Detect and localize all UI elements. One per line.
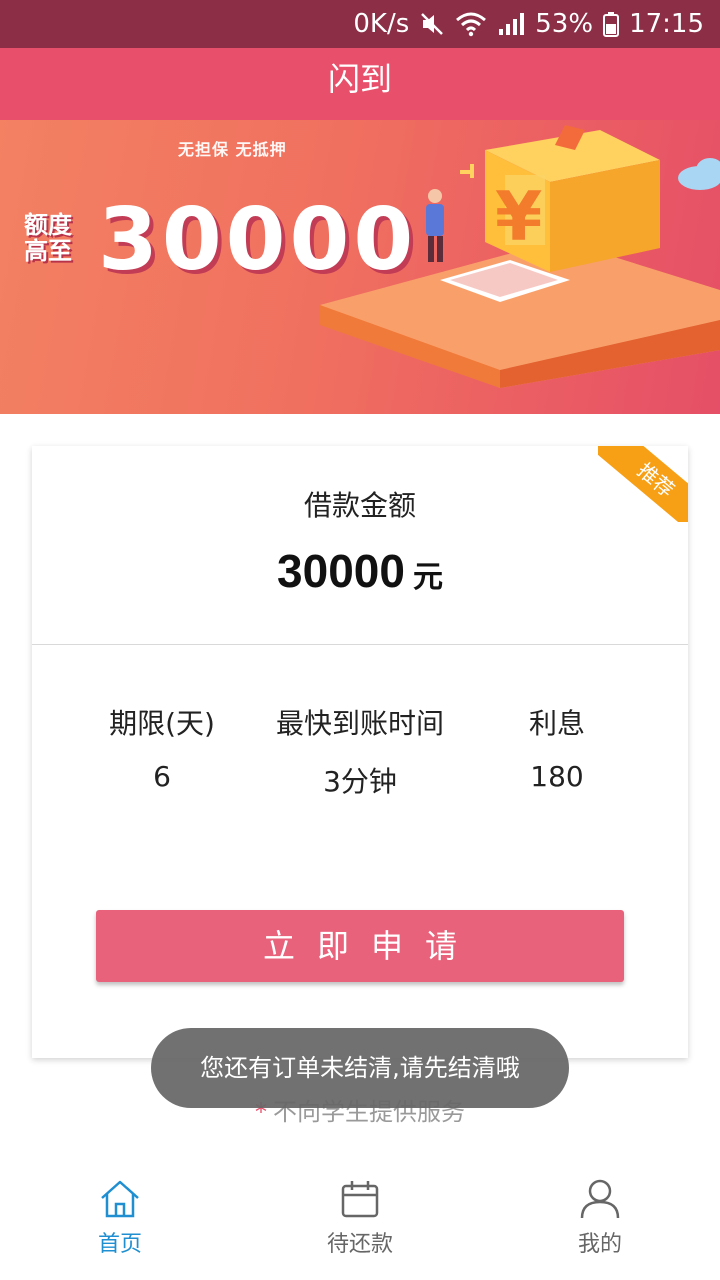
promo-banner[interactable]: 无担保 无抵押 额度 高至 30000 ¥: [0, 120, 720, 414]
loan-amount-unit: 元: [412, 560, 443, 595]
toast-message: 您还有订单未结清,请先结清哦: [151, 1028, 569, 1108]
arrival-time-stat: 最快到账时间 3分钟: [250, 702, 470, 800]
battery-level: 53%: [535, 9, 594, 39]
mute-icon: [419, 11, 445, 37]
interest-stat: 利息 180: [502, 702, 612, 793]
nav-item-home[interactable]: 首页: [60, 1178, 180, 1258]
home-icon: [101, 1180, 139, 1218]
term-stat: 期限(天) 6: [92, 702, 232, 793]
page-title: 闪到: [327, 60, 392, 98]
loan-amount-value: 30000: [277, 545, 405, 597]
arrival-time-value: 3分钟: [323, 765, 397, 798]
app-header: 闪到: [0, 48, 720, 120]
wifi-icon: [455, 11, 487, 37]
nav-label-mine: 我的: [577, 1232, 622, 1257]
calendar-icon: [341, 1181, 379, 1218]
nav-item-repayment[interactable]: 待还款: [300, 1178, 420, 1258]
loan-amount: 30000 元: [32, 544, 688, 598]
arrival-time-label: 最快到账时间: [275, 707, 444, 740]
bottom-nav: 首页 待还款 我的: [0, 1170, 720, 1280]
user-icon: [580, 1179, 620, 1219]
status-bar: 0K/s 53% 17:15: [0, 0, 720, 48]
battery-icon: [603, 11, 620, 37]
interest-label: 利息: [528, 707, 585, 740]
term-label: 期限(天): [109, 707, 215, 740]
network-speed: 0K/s: [353, 9, 410, 39]
banner-subtitle: 无担保 无抵押: [178, 140, 287, 159]
svg-text:¥: ¥: [495, 178, 542, 257]
gift-box-illustration: ¥: [320, 125, 720, 388]
loan-amount-label: 借款金额: [303, 489, 416, 522]
nav-label-home: 首页: [97, 1232, 142, 1257]
clock: 17:15: [629, 9, 704, 39]
nav-item-mine[interactable]: 我的: [540, 1178, 660, 1258]
nav-label-repayment: 待还款: [326, 1232, 393, 1257]
loan-card: 推荐 借款金额 30000 元 期限(天) 6 最快到账时间 3分钟 利息 180…: [32, 446, 688, 1058]
apply-now-button[interactable]: 立即申请: [96, 910, 624, 982]
term-value: 6: [153, 760, 171, 793]
signal-icon: [497, 11, 525, 37]
interest-value: 180: [530, 760, 584, 793]
card-divider: [32, 644, 688, 645]
banner-lead: 额度 高至: [24, 211, 72, 265]
